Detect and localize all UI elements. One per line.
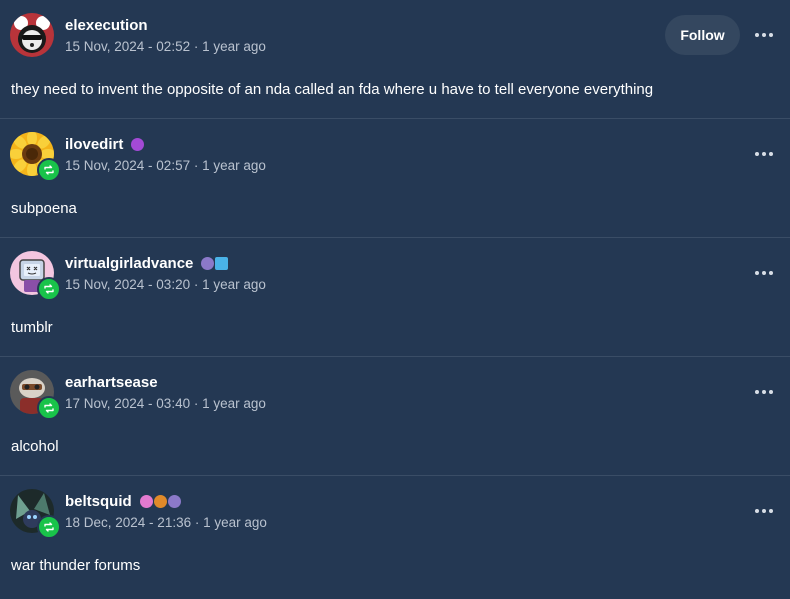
- username-link[interactable]: ilovedirt: [65, 136, 123, 153]
- ghost-badge-icon: [201, 256, 215, 270]
- more-dot: [769, 33, 773, 37]
- ghost-badge-icon: [167, 494, 181, 508]
- post-timestamp: 18 Dec, 2024 - 21:36 · 1 year ago: [65, 515, 267, 530]
- username-link[interactable]: virtualgirladvance: [65, 255, 193, 272]
- thread-post: virtualgirladvance 15 Nov, 2024 - 03:20 …: [0, 238, 790, 357]
- post-timestamp: 15 Nov, 2024 - 02:52 · 1 year ago: [65, 39, 266, 54]
- more-dot: [762, 33, 766, 37]
- panda-avatar-icon: [10, 13, 54, 57]
- avatar[interactable]: [10, 13, 54, 57]
- flower-badge-icon: [139, 494, 153, 508]
- user-badges: [139, 494, 181, 508]
- follow-button[interactable]: Follow: [665, 15, 740, 55]
- more-dot: [762, 390, 766, 394]
- post-username[interactable]: beltsquid: [65, 491, 181, 511]
- more-dot: [762, 271, 766, 275]
- more-dots-icon: [755, 509, 759, 513]
- post-username[interactable]: virtualgirladvance: [65, 253, 229, 273]
- reblog-thread: elexecution 15 Nov, 2024 - 02:52 · 1 yea…: [0, 0, 790, 599]
- more-dots-icon: [755, 33, 759, 37]
- post-username[interactable]: earhartsease: [65, 372, 158, 392]
- more-dots-icon: [755, 271, 759, 275]
- post-content: subpoena: [11, 200, 77, 217]
- more-options-button[interactable]: [750, 379, 778, 405]
- more-dot: [769, 390, 773, 394]
- post-username[interactable]: elexecution: [65, 15, 148, 35]
- more-options-button[interactable]: [750, 260, 778, 286]
- more-dot: [762, 152, 766, 156]
- more-options-button[interactable]: [750, 141, 778, 167]
- post-timestamp: 15 Nov, 2024 - 02:57 · 1 year ago: [65, 158, 266, 173]
- post-content: tumblr: [11, 319, 53, 336]
- avatar[interactable]: [10, 489, 61, 539]
- thread-post: earhartsease 17 Nov, 2024 - 03:40 · 1 ye…: [0, 357, 790, 476]
- thread-post: elexecution 15 Nov, 2024 - 02:52 · 1 yea…: [0, 0, 790, 119]
- more-dots-icon: [755, 152, 759, 156]
- reblog-icon: [44, 284, 54, 294]
- more-dots-icon: [755, 390, 759, 394]
- avatar[interactable]: [10, 132, 61, 182]
- reblog-badge: [37, 396, 61, 420]
- post-content: war thunder forums: [11, 557, 141, 574]
- post-timestamp: 17 Nov, 2024 - 03:40 · 1 year ago: [65, 396, 266, 411]
- more-dot: [762, 509, 766, 513]
- post-username[interactable]: ilovedirt: [65, 134, 145, 154]
- more-dot: [769, 509, 773, 513]
- more-options-button[interactable]: [750, 498, 778, 524]
- skull-badge-icon: [131, 137, 145, 151]
- avatar[interactable]: [10, 370, 61, 420]
- avatar[interactable]: [10, 251, 61, 301]
- thread-post: beltsquid 18 Dec, 2024 - 21:36 · 1 year …: [0, 476, 790, 595]
- user-badges: [201, 256, 229, 270]
- user-badges: [131, 137, 145, 151]
- post-content: alcohol: [11, 438, 59, 455]
- post-content: they need to invent the opposite of an n…: [11, 81, 654, 98]
- username-link[interactable]: earhartsease: [65, 374, 158, 391]
- reblog-icon: [44, 522, 54, 532]
- reblog-badge: [37, 277, 61, 301]
- username-link[interactable]: beltsquid: [65, 493, 132, 510]
- post-timestamp: 15 Nov, 2024 - 03:20 · 1 year ago: [65, 277, 266, 292]
- thread-post: ilovedirt 15 Nov, 2024 - 02:57 · 1 year …: [0, 119, 790, 238]
- reblog-badge: [37, 158, 61, 182]
- reblog-icon: [44, 403, 54, 413]
- flag-badge-icon: [215, 256, 229, 270]
- more-dot: [769, 271, 773, 275]
- more-options-button[interactable]: [750, 22, 778, 48]
- reblog-icon: [44, 165, 54, 175]
- username-link[interactable]: elexecution: [65, 17, 148, 34]
- paw-badge-icon: [153, 494, 167, 508]
- more-dot: [769, 152, 773, 156]
- reblog-badge: [37, 515, 61, 539]
